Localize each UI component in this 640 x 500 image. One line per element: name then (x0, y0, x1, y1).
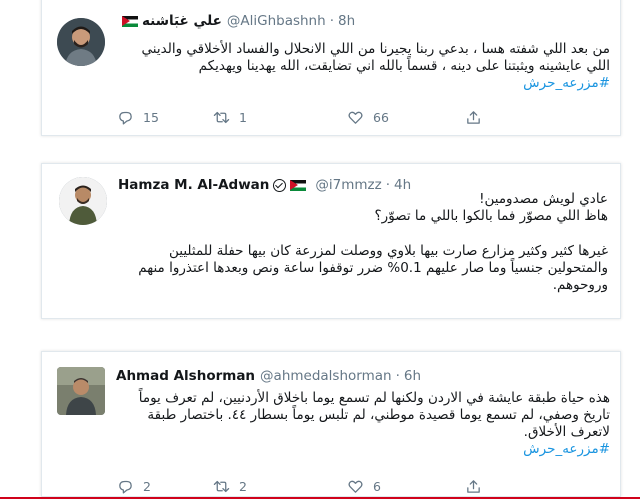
share-icon (467, 480, 480, 493)
reply-icon (119, 480, 132, 494)
hashtag-link[interactable]: #مزرعه_حرش (523, 75, 610, 91)
heart-icon (348, 480, 363, 493)
reply-count: 15 (143, 110, 159, 125)
tweet-line: وروحوهم. (552, 277, 608, 293)
reply-icon (119, 111, 132, 125)
tweet-line: هاظ اللي مصوّر فما بالكوا باللي ما تصوّر… (374, 208, 608, 224)
share-button[interactable] (465, 478, 482, 495)
tweet-card[interactable]: Ahmad Alshorman @ahmedalshorman · 6h هذه… (41, 351, 621, 497)
bottom-divider (0, 497, 640, 499)
tweet-text: من بعد اللي شفته هسا ، بدعي ربنا يجيرنا … (50, 41, 610, 92)
tweet-line: هذه حياة طبقة عايشة في الاردن ولكنها لم … (138, 390, 610, 406)
jordan-flag-icon (290, 179, 307, 191)
tweet-text: هذه حياة طبقة عايشة في الاردن ولكنها لم … (50, 390, 610, 458)
hashtag-link[interactable]: #مزرعه_حرش (523, 441, 610, 457)
author-name[interactable]: Ahmad Alshorman (116, 368, 255, 384)
like-count: 6 (373, 479, 381, 494)
heart-icon (348, 111, 363, 124)
tweet-time[interactable]: 8h (338, 13, 355, 29)
like-button[interactable]: 66 (347, 109, 465, 126)
retweet-button[interactable]: 1 (213, 109, 347, 126)
tweet-card[interactable]: علي غبَاشنه @AliGhbashnh · 8h من بعد الل… (41, 0, 621, 136)
retweet-count: 2 (239, 479, 247, 494)
retweet-count: 1 (239, 110, 247, 125)
retweet-icon (213, 111, 230, 124)
reply-button[interactable]: 15 (117, 109, 213, 126)
verified-icon (273, 178, 287, 192)
share-button[interactable] (465, 109, 482, 126)
tweet-line: تاريخ وصفي، لم تسمع يوما قصيدة موطني، لم… (147, 407, 610, 423)
like-count: 66 (373, 110, 389, 125)
author-handle[interactable]: @AliGhbashnh (227, 13, 326, 29)
retweet-button[interactable]: 2 (213, 478, 347, 495)
tweet-header: Ahmad Alshorman @ahmedalshorman · 6h (116, 366, 421, 386)
tweet-time[interactable]: 6h (404, 368, 421, 384)
reply-button[interactable]: 2 (117, 478, 213, 495)
separator-dot: · (329, 13, 334, 29)
author-name[interactable]: علي غبَاشنه (142, 13, 222, 29)
tweet-line: لاتعرف الأخلاق. (523, 424, 610, 440)
tweet-actions: 2 2 6 (117, 478, 482, 495)
author-handle[interactable]: @ahmedalshorman (260, 368, 392, 384)
tweet-header: علي غبَاشنه @AliGhbashnh · 8h (118, 11, 355, 31)
separator-dot: · (395, 368, 400, 384)
tweet-line: غيرها كثير وكثير مزارع صارت بيها بلاوي و… (168, 243, 608, 259)
tweet-line: من بعد اللي شفته هسا ، بدعي ربنا يجيرنا … (141, 41, 610, 57)
tweet-line: اللي عايشينه ويثبتنا على دينه ، قسماً با… (198, 58, 610, 74)
retweet-icon (213, 480, 230, 493)
tweet-card[interactable]: Hamza M. Al-Adwan @i7mmzz · 4h عادي لويش… (41, 163, 621, 319)
like-button[interactable]: 6 (347, 478, 465, 495)
tweet-line: عادي لويش مصدومين! (479, 191, 608, 207)
share-icon (467, 111, 480, 124)
tweet-line: والمتحولين جنسياً وما صار عليهم 0.1% ضرر… (138, 260, 608, 276)
tweet-text: عادي لويش مصدومين! هاظ اللي مصوّر فما با… (50, 191, 608, 294)
jordan-flag-icon (122, 15, 138, 27)
tweet-actions: 15 1 66 (117, 109, 482, 126)
reply-count: 2 (143, 479, 151, 494)
